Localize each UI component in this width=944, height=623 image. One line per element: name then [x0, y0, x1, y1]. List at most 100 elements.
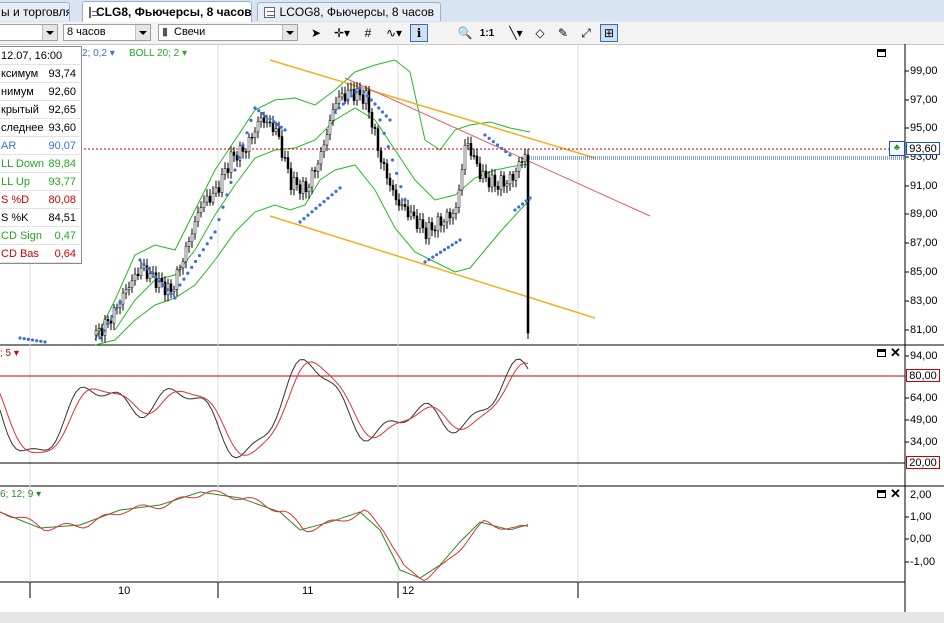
macd-indicator-label[interactable]: 6; 12; 9 ▾	[0, 489, 41, 500]
candle-body	[256, 121, 260, 133]
sar-dot	[249, 118, 253, 122]
sar-dot	[431, 255, 435, 259]
candle-body	[388, 177, 392, 186]
chevron-down-icon[interactable]	[42, 25, 57, 40]
wave-icon[interactable]: ∿▾	[382, 24, 406, 42]
sar-dot	[193, 259, 198, 264]
tab-trades[interactable]: ы и торговля	[0, 2, 70, 21]
magnet-icon[interactable]: ⊞	[600, 24, 618, 42]
tab-label: ы и торговля	[1, 5, 70, 19]
timeframe-select[interactable]: 8 часов	[63, 24, 151, 41]
info-row: следнее 93,60	[0, 119, 80, 137]
info-value: 93,60	[48, 122, 76, 134]
ratio-icon[interactable]: 1:1	[478, 24, 496, 42]
sar-dot	[500, 146, 504, 150]
sar-dot	[114, 307, 118, 311]
eraser-icon[interactable]: ◇	[531, 24, 549, 42]
candle-body	[493, 174, 497, 187]
sar-dot	[268, 117, 272, 121]
sar-dot	[491, 140, 495, 144]
grid-icon[interactable]: #	[359, 24, 377, 42]
sar-dot	[186, 271, 190, 275]
sar-dot	[438, 250, 443, 254]
sar-dot	[354, 90, 358, 94]
chart-canvas[interactable]	[0, 44, 944, 623]
info-row: LL Down 89,84	[0, 155, 80, 173]
sar-dot	[225, 193, 229, 197]
sar-dot	[435, 253, 439, 257]
candle-body	[133, 273, 137, 282]
crosshair-icon[interactable]: ✛▾	[330, 24, 354, 42]
sar-dot	[483, 133, 487, 137]
candle-body	[391, 185, 395, 191]
grid-vertical	[29, 44, 579, 582]
maximize-panel-icon[interactable]	[877, 490, 886, 498]
sar-dot	[384, 114, 388, 118]
sar-dot	[382, 131, 386, 135]
close-panel-icon[interactable]: ✕	[890, 487, 901, 500]
paint-icon[interactable]: ✎	[554, 24, 572, 42]
sar-dot	[345, 98, 350, 102]
candle-body	[436, 216, 440, 232]
chevron-down-icon[interactable]	[282, 25, 297, 40]
candle-body	[463, 145, 467, 170]
sar-dot	[322, 200, 326, 204]
maximize-panel-icon[interactable]	[877, 349, 886, 357]
chevron-down-icon[interactable]	[135, 25, 150, 40]
sar-dot	[517, 205, 521, 209]
timeframe-value: 8 часов	[67, 26, 106, 38]
candles-icon: ▮	[162, 26, 169, 38]
sar-dot	[30, 338, 35, 342]
close-panel-icon[interactable]: ✕	[890, 346, 901, 359]
sar-dot	[197, 253, 202, 258]
sar-dot	[118, 300, 122, 304]
maximize-panel-icon[interactable]	[877, 49, 886, 57]
candle-body	[292, 177, 296, 190]
candle-body	[283, 157, 287, 159]
sar-dot	[341, 102, 345, 106]
price-marker-icon[interactable]: ♣	[889, 141, 905, 156]
info-value: 84,51	[48, 212, 76, 224]
instrument-combo[interactable]	[0, 24, 58, 41]
candle-body	[478, 163, 482, 180]
candle-body	[505, 183, 509, 187]
sar-indicator-label[interactable]: 2; 0,2 ▾	[82, 48, 115, 59]
y-tick-label: 1,00	[910, 511, 932, 523]
sar-dot	[102, 329, 106, 333]
candle-body	[514, 171, 518, 181]
info-icon[interactable]: ℹ	[410, 24, 428, 42]
scrollbar[interactable]	[0, 612, 944, 623]
sar-dot	[110, 314, 114, 318]
cursor-arrow-icon[interactable]: ➤	[307, 24, 325, 42]
expand-icon[interactable]: ⤢	[577, 24, 595, 42]
candle-body	[334, 103, 338, 110]
sar-dot	[373, 102, 377, 106]
tab-label: CLG8, Фьючерсы, 8 часов	[96, 5, 252, 19]
tab-clg8[interactable]: CLG8, Фьючерсы, 8 часов	[82, 1, 252, 22]
sar-dot	[377, 106, 381, 110]
candle-body	[301, 181, 305, 194]
boll-indicator-label[interactable]: BOLL 20; 2 ▾	[129, 48, 187, 59]
candle-body	[97, 328, 101, 332]
candle-body	[379, 150, 383, 163]
info-row: нимум 92,60	[0, 83, 80, 101]
candle-body	[427, 222, 431, 240]
sar-dot	[173, 296, 177, 300]
y-tick-label: 34,00	[910, 436, 938, 448]
stoch-indicator-label[interactable]: ; 5 ▾	[0, 348, 19, 359]
zoom-icon[interactable]: 🔍	[456, 24, 474, 42]
sar-dot	[272, 120, 276, 124]
sar-dot	[427, 257, 431, 262]
sar-dot	[178, 283, 182, 287]
line-tool-icon[interactable]: ╲▾	[504, 24, 528, 42]
candle-body	[397, 199, 401, 206]
x-tick-label: 11	[302, 585, 314, 597]
chart-type-select[interactable]: ▮ Свечи	[158, 24, 298, 41]
tab-lcog8[interactable]: LCOG8, Фьючерсы, 8 часов	[257, 2, 441, 21]
sar-dot	[253, 106, 257, 110]
x-tick-label: 12	[402, 585, 415, 597]
candle-body	[460, 169, 464, 191]
candle-body	[169, 283, 173, 292]
candle-body	[280, 136, 284, 158]
info-row: S %K 84,51	[0, 209, 80, 227]
